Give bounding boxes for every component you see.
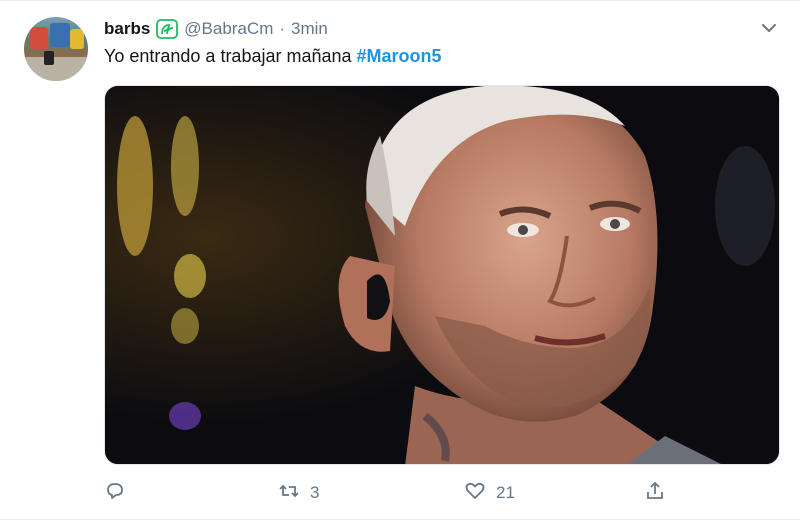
like-button[interactable]: 21 [464, 479, 515, 507]
tweet-text-body: Yo entrando a trabajar mañana [104, 46, 357, 66]
reply-button[interactable] [104, 479, 126, 507]
heart-icon [464, 480, 486, 507]
retweet-icon [278, 480, 300, 507]
separator-dot: · [279, 19, 286, 38]
tweet-header: barbs @BabraCm · 3min [104, 18, 328, 40]
photo-image [105, 86, 779, 464]
avatar-art [30, 27, 48, 49]
chevron-down-icon[interactable] [760, 19, 778, 37]
avatar[interactable] [24, 17, 88, 81]
hashtag-link[interactable]: #Maroon5 [357, 46, 442, 66]
avatar-art [70, 29, 84, 49]
retweet-count: 3 [310, 483, 320, 502]
sprout-icon [156, 19, 179, 39]
avatar-art [44, 51, 54, 65]
tweet-text: Yo entrando a trabajar mañana #Maroon5 [104, 46, 442, 67]
reply-icon [104, 480, 126, 507]
retweet-button[interactable]: 3 [278, 479, 319, 507]
share-button[interactable] [644, 479, 666, 507]
timestamp[interactable]: 3min [291, 19, 328, 39]
author-name[interactable]: barbs [104, 19, 150, 39]
like-count: 21 [496, 483, 515, 502]
tweet-card[interactable]: barbs @BabraCm · 3min Yo entrando a trab… [0, 0, 800, 520]
avatar-art [50, 23, 70, 47]
tweet-actions: 3 21 [104, 479, 674, 507]
tweet-media-photo[interactable] [104, 85, 780, 465]
author-handle[interactable]: @BabraCm [184, 19, 273, 39]
avatar-art [24, 57, 88, 81]
share-icon [644, 480, 666, 507]
